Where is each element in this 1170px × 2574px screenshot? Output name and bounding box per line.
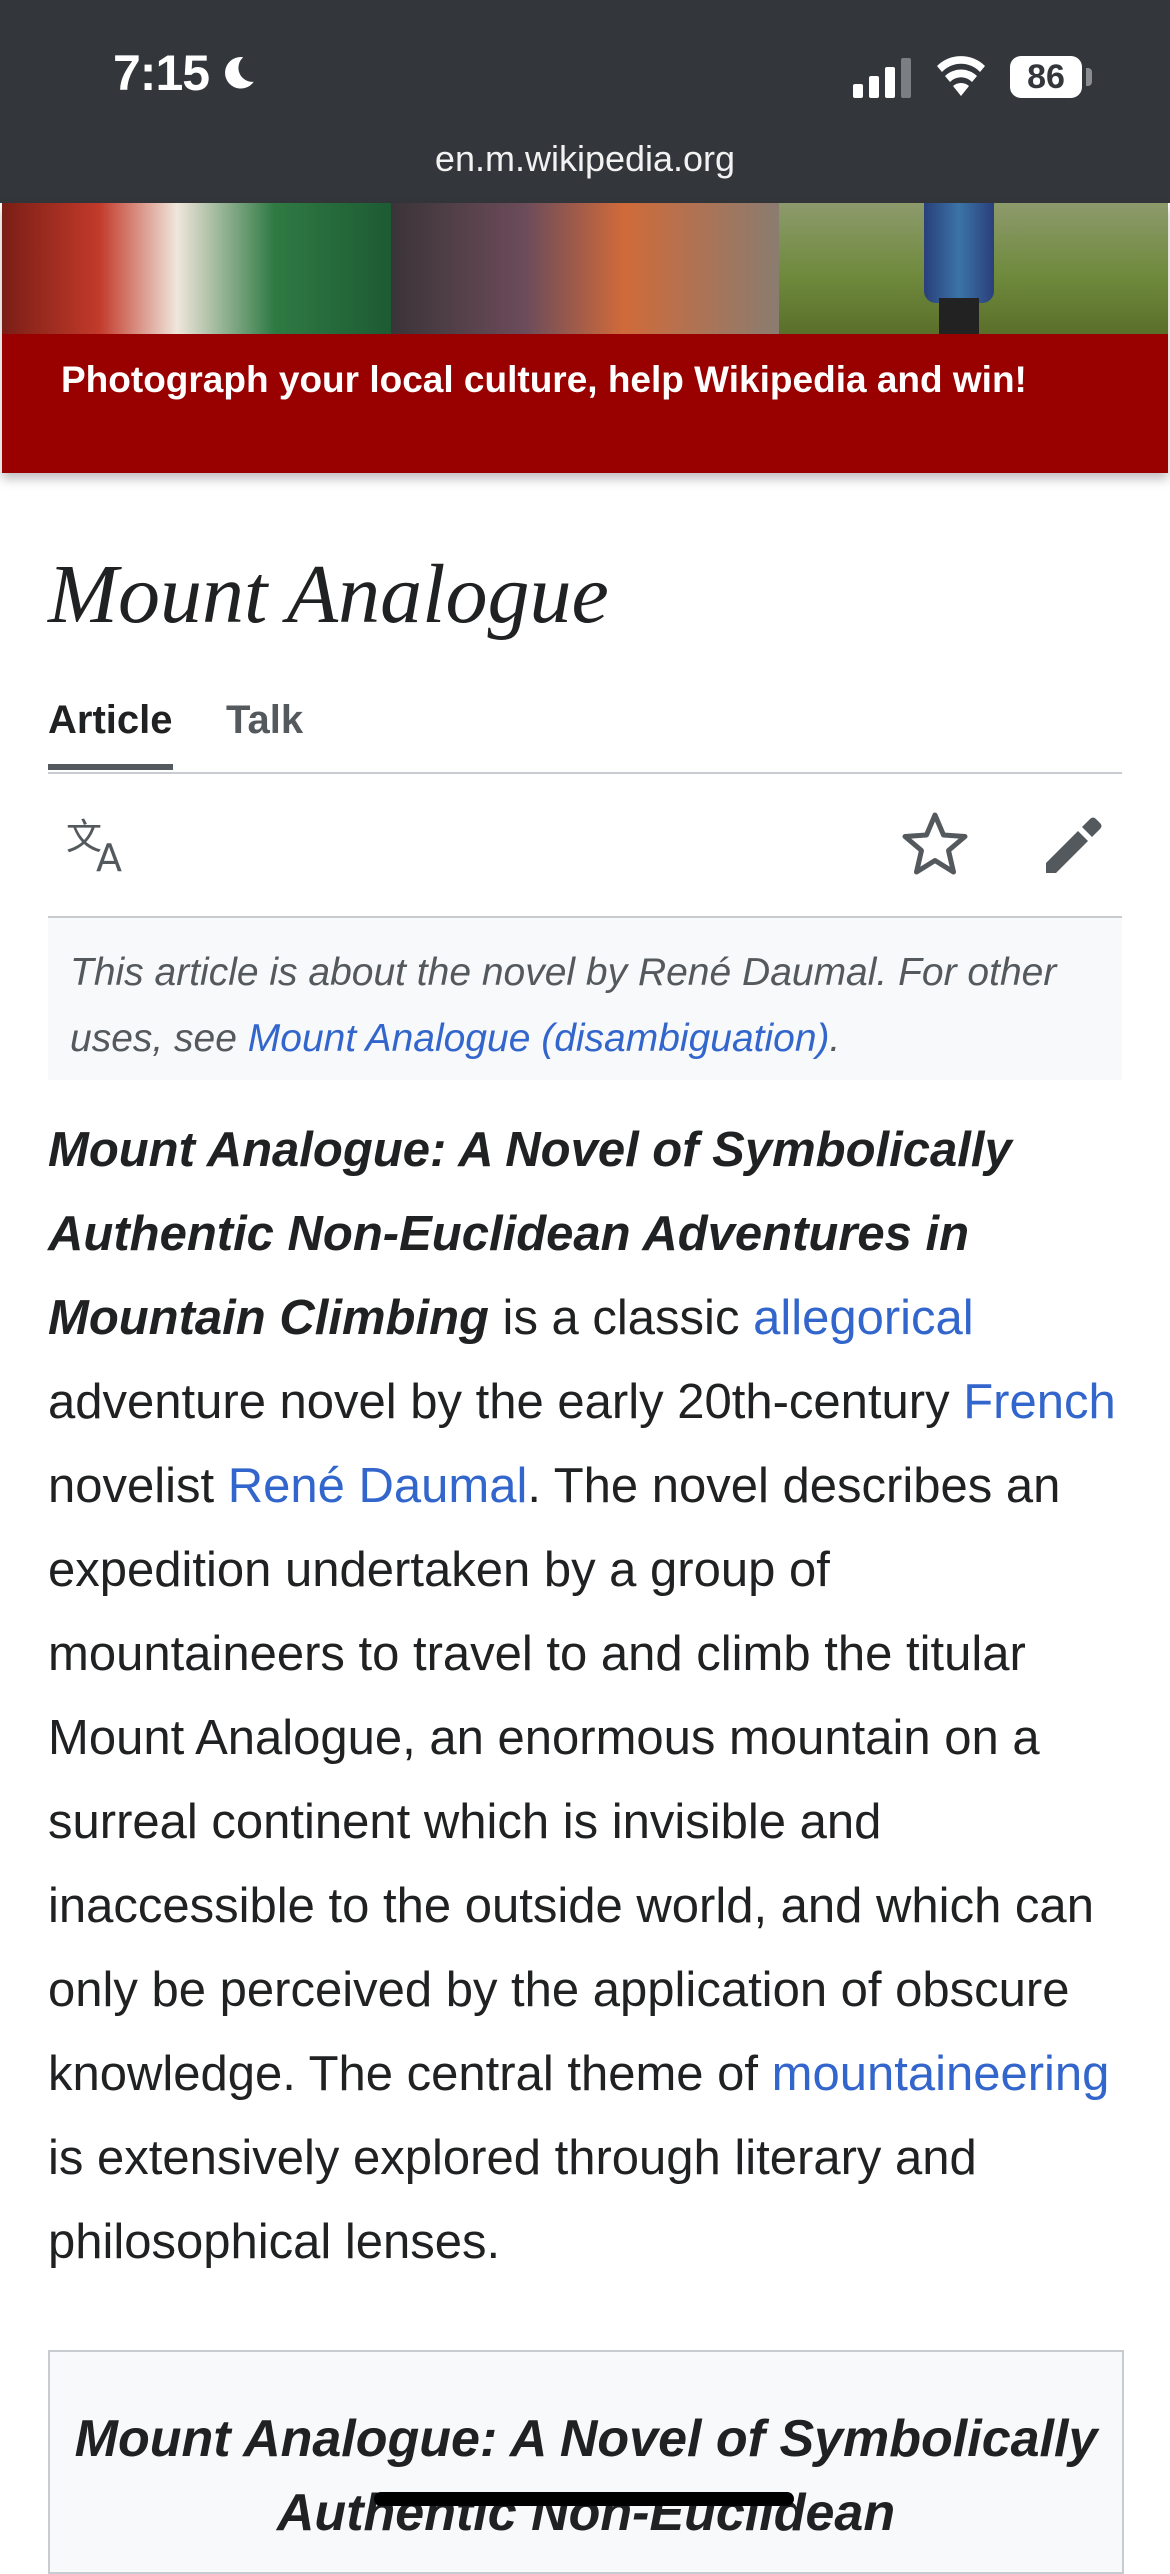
- paragraph-text: is a classic: [488, 1291, 754, 1345]
- battery-icon: 86: [1010, 56, 1082, 98]
- campaign-banner[interactable]: Photograph your local culture, help Wiki…: [2, 203, 1168, 473]
- banner-photos: [2, 203, 1168, 334]
- cellular-signal-icon: [853, 58, 911, 98]
- time-text: 7:15: [113, 45, 210, 101]
- link-rene-daumal[interactable]: René Daumal: [228, 1459, 528, 1513]
- paragraph-text: novelist: [48, 1459, 228, 1513]
- tab-talk[interactable]: Talk: [226, 690, 303, 770]
- infobox-title: Mount Analogue: A Novel of Symbolically …: [74, 2410, 1098, 2542]
- watch-star-icon[interactable]: [900, 809, 970, 879]
- page-title: Mount Analogue: [48, 548, 609, 641]
- paragraph-text: is extensively explored through literary…: [48, 2131, 977, 2269]
- address-bar[interactable]: en.m.wikipedia.org: [0, 138, 1170, 180]
- wifi-icon: [937, 56, 985, 96]
- lead-paragraph: Mount Analogue: A Novel of Symbolically …: [48, 1108, 1128, 2284]
- infobox: Mount Analogue: A Novel of Symbolically …: [48, 2350, 1124, 2574]
- hatnote-text: This article is about the novel by René …: [70, 940, 1100, 1072]
- battery-tip: [1086, 68, 1092, 86]
- page-actions-toolbar: 文 A: [48, 774, 1122, 918]
- hatnote-suffix: .: [829, 1017, 841, 1060]
- clock: 7:15: [113, 44, 259, 102]
- tab-article[interactable]: Article: [48, 690, 173, 770]
- banner-photo: [779, 203, 1168, 334]
- banner-text[interactable]: Photograph your local culture, help Wiki…: [61, 359, 1101, 401]
- moon-icon: [225, 57, 254, 89]
- status-bar: 7:15 86 en.m.wikipedia.org: [0, 0, 1170, 203]
- hatnote: This article is about the novel by René …: [48, 918, 1122, 1080]
- link-mountaineering[interactable]: mountaineering: [772, 2047, 1110, 2101]
- paragraph-text: . The novel describes an expedition unde…: [48, 1459, 1094, 2101]
- link-french[interactable]: French: [963, 1375, 1116, 1429]
- paragraph-text: adventure novel by the early 20th-centur…: [48, 1375, 964, 1429]
- banner-message-bar[interactable]: Photograph your local culture, help Wiki…: [2, 334, 1168, 473]
- language-icon[interactable]: 文 A: [64, 809, 134, 879]
- banner-photo: [390, 203, 780, 334]
- edit-pencil-icon[interactable]: [1038, 809, 1108, 879]
- svg-text:A: A: [96, 836, 122, 879]
- banner-photo: [2, 203, 391, 334]
- disambiguation-link[interactable]: Mount Analogue (disambiguation): [248, 1017, 830, 1060]
- link-allegorical[interactable]: allegorical: [753, 1291, 974, 1345]
- article-tabs: Article Talk: [48, 690, 1122, 774]
- home-indicator[interactable]: [374, 2492, 794, 2506]
